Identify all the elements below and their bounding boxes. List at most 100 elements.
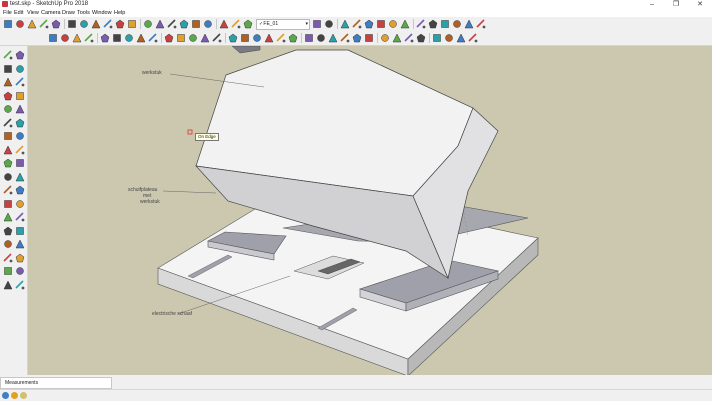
layer-dropdown[interactable]: ✓ FE_01 ▾	[256, 19, 310, 30]
dimension-icon[interactable]	[15, 185, 25, 195]
orbit-icon[interactable]	[304, 33, 314, 43]
window-icon[interactable]	[352, 19, 362, 29]
x-ray-icon[interactable]	[392, 33, 402, 43]
rotate-icon[interactable]	[15, 158, 25, 168]
text-icon[interactable]	[219, 19, 229, 29]
scale-icon[interactable]	[164, 33, 174, 43]
camera-icon[interactable]	[212, 33, 222, 43]
position-camera-icon[interactable]	[3, 266, 13, 276]
rectangle-icon[interactable]	[3, 91, 13, 101]
polygon-icon[interactable]	[167, 19, 177, 29]
monochrome-icon[interactable]	[468, 33, 478, 43]
move-icon[interactable]	[3, 158, 13, 168]
orbit-icon[interactable]	[3, 226, 13, 236]
standard-views-icon[interactable]	[380, 33, 390, 43]
3-point-arc-icon[interactable]	[15, 131, 25, 141]
house-icon[interactable]	[312, 19, 322, 29]
scale-icon[interactable]	[3, 172, 13, 182]
redo-icon[interactable]	[115, 19, 125, 29]
info-icon[interactable]	[2, 392, 9, 399]
eraser-icon[interactable]	[60, 33, 70, 43]
measurements-box[interactable]: Measurements	[0, 377, 112, 389]
cube-icon[interactable]	[191, 19, 201, 29]
menu-draw[interactable]: Draw	[62, 9, 75, 17]
circle-icon[interactable]	[155, 19, 165, 29]
credits-icon[interactable]	[20, 392, 27, 399]
move-icon[interactable]	[39, 19, 49, 29]
circle-icon[interactable]	[3, 104, 13, 114]
circle-icon[interactable]	[100, 33, 110, 43]
eraser-icon[interactable]	[15, 64, 25, 74]
line-icon[interactable]	[3, 77, 13, 87]
previous-view-icon[interactable]	[352, 33, 362, 43]
minimize-button[interactable]: –	[640, 0, 664, 9]
component-icon[interactable]	[15, 50, 25, 60]
zoom-icon[interactable]	[328, 33, 338, 43]
zoom-extents-icon[interactable]	[340, 33, 350, 43]
help-icon[interactable]	[476, 19, 486, 29]
dimension-icon[interactable]	[440, 19, 450, 29]
menu-help[interactable]: Help	[114, 9, 125, 17]
walk-icon[interactable]	[3, 279, 13, 290]
select-icon[interactable]	[3, 19, 13, 29]
protractor-icon[interactable]	[3, 199, 13, 209]
polygon-icon[interactable]	[15, 104, 25, 114]
tape-icon[interactable]	[288, 33, 298, 43]
menu-tools[interactable]: Tools	[77, 9, 90, 17]
pencil-icon[interactable]	[48, 33, 58, 43]
3d-warehouse-icon[interactable]	[127, 19, 137, 29]
paint-icon[interactable]	[200, 33, 210, 43]
3d-text-icon[interactable]	[15, 212, 25, 222]
menu-camera[interactable]: Camera	[41, 9, 61, 17]
zoom-extents-icon[interactable]	[3, 252, 13, 263]
walk-icon[interactable]	[228, 33, 238, 43]
push-pull-icon[interactable]	[79, 19, 89, 29]
follow-me-icon[interactable]	[388, 19, 398, 29]
axes-icon[interactable]	[464, 19, 474, 29]
offset-icon[interactable]	[15, 171, 25, 182]
shaded-icon[interactable]	[444, 33, 454, 43]
hidden-line-icon[interactable]	[432, 33, 442, 43]
section-icon[interactable]	[364, 19, 374, 29]
section-plane-icon[interactable]	[264, 33, 274, 43]
arc-icon[interactable]	[84, 33, 94, 43]
rotated-rectangle-icon[interactable]	[15, 91, 25, 101]
arc-icon[interactable]	[3, 117, 13, 128]
home-icon[interactable]	[324, 19, 334, 29]
maximize-button[interactable]: ❐	[664, 0, 688, 9]
paint-bucket-icon[interactable]	[27, 19, 37, 29]
flip-icon[interactable]	[176, 33, 186, 43]
position-camera-icon[interactable]	[252, 33, 262, 43]
wireframe-icon[interactable]	[416, 33, 426, 43]
select-icon[interactable]	[3, 50, 13, 60]
2-point-arc-icon[interactable]	[3, 131, 13, 141]
push-pull-icon[interactable]	[124, 33, 134, 43]
back-edges-icon[interactable]	[404, 33, 414, 43]
line-icon[interactable]	[72, 33, 82, 43]
freehand-icon[interactable]	[15, 77, 25, 87]
section-plane-icon[interactable]	[15, 279, 25, 290]
offset-icon[interactable]	[91, 19, 101, 29]
scale-icon[interactable]	[67, 19, 77, 29]
pan-icon[interactable]	[15, 226, 25, 236]
close-button[interactable]: ✕	[688, 0, 712, 9]
undo-icon[interactable]	[103, 19, 113, 29]
tape-measure-icon[interactable]	[3, 185, 13, 195]
shaded-texture-icon[interactable]	[456, 33, 466, 43]
3d-model-scene[interactable]	[28, 46, 712, 375]
zoom-window-icon[interactable]	[15, 239, 25, 249]
previous-icon[interactable]	[15, 253, 25, 263]
rotate-icon[interactable]	[136, 33, 146, 43]
dimension-icon[interactable]	[276, 33, 286, 43]
axes-icon[interactable]	[3, 212, 13, 222]
menu-edit[interactable]: Edit	[14, 9, 23, 17]
cylinder-icon[interactable]	[203, 19, 213, 29]
component-icon[interactable]	[428, 19, 438, 29]
zoom-icon[interactable]	[3, 239, 13, 249]
roof-icon[interactable]	[340, 19, 350, 29]
pan-icon[interactable]	[316, 33, 326, 43]
model-viewport[interactable]: werkstuk schuifplateau met werkstuk elec…	[28, 46, 712, 375]
pie-icon[interactable]	[15, 118, 25, 128]
arrow-icon[interactable]	[416, 19, 426, 29]
intersect-icon[interactable]	[400, 19, 410, 29]
